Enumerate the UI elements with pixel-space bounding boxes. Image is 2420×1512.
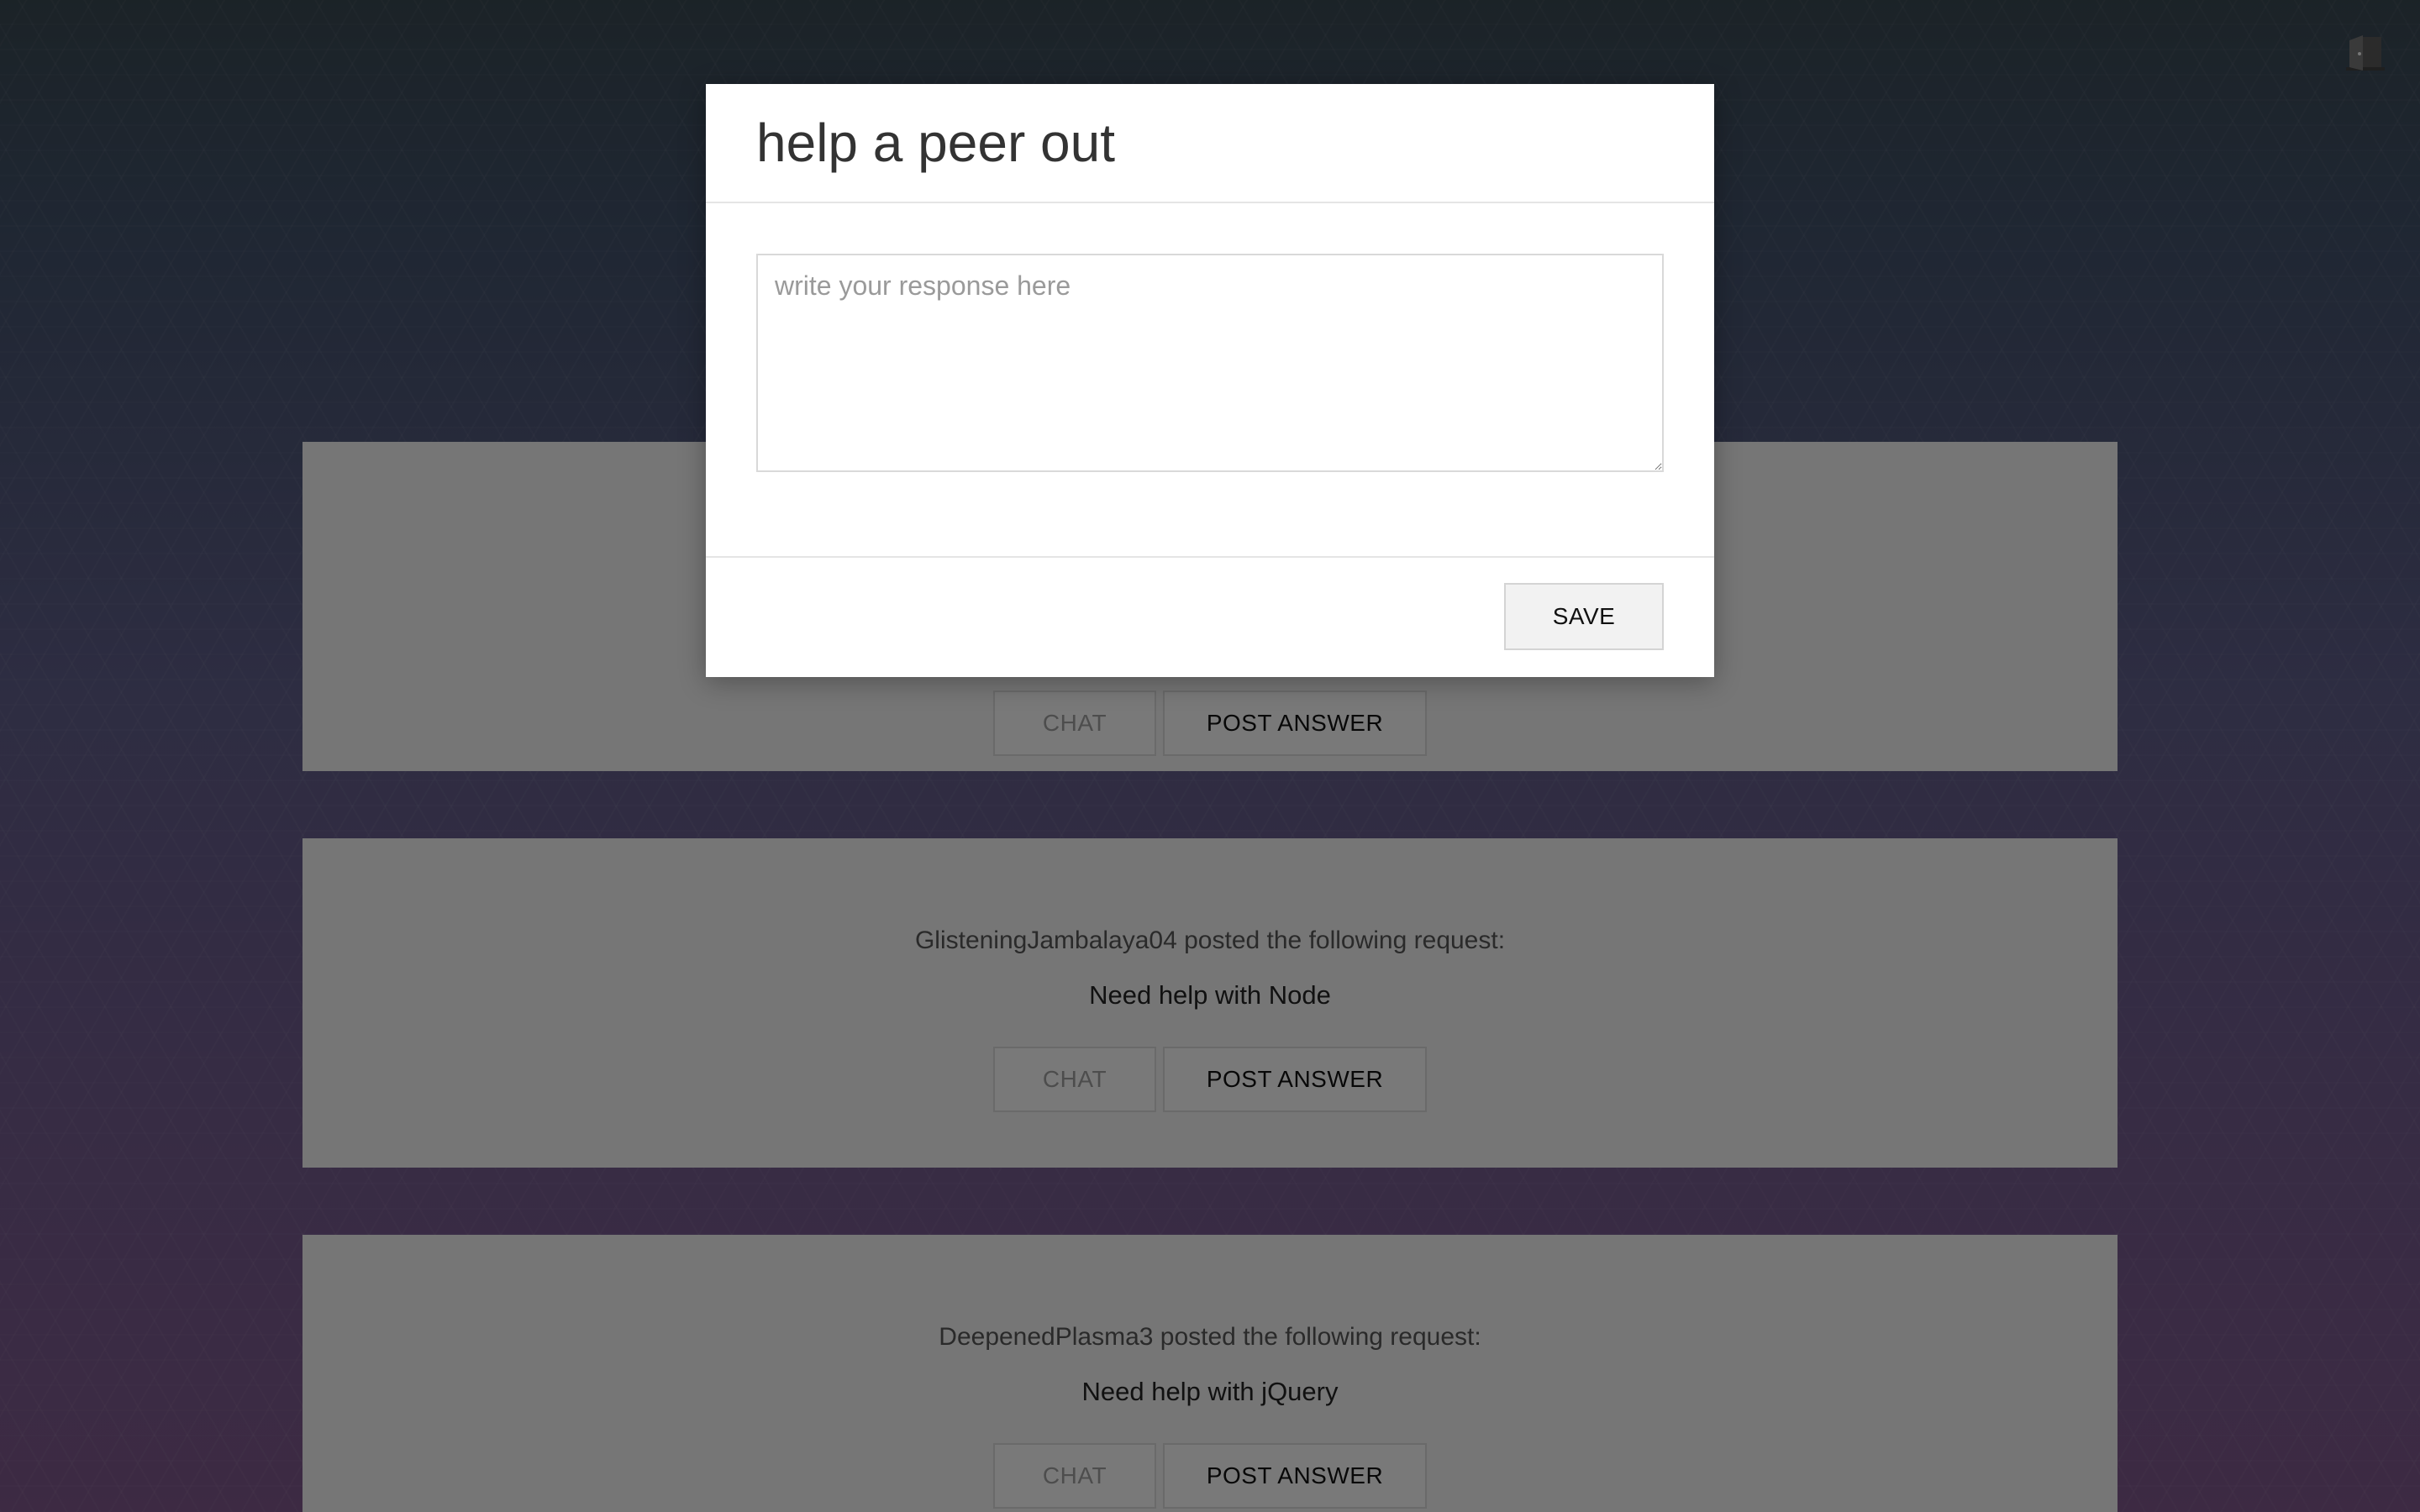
save-button[interactable]: SAVE xyxy=(1504,583,1664,650)
modal-header: help a peer out xyxy=(706,84,1714,203)
door-exit-icon xyxy=(2346,35,2385,71)
modal-footer: SAVE xyxy=(706,558,1714,677)
page: CHAT POST ANSWER GlisteningJambalaya04 p… xyxy=(0,0,2420,1512)
help-modal: help a peer out SAVE xyxy=(706,84,1714,677)
modal-body xyxy=(706,203,1714,558)
response-textarea[interactable] xyxy=(756,254,1664,472)
modal-title: help a peer out xyxy=(756,113,1115,173)
logout-door-icon[interactable] xyxy=(2344,34,2386,72)
